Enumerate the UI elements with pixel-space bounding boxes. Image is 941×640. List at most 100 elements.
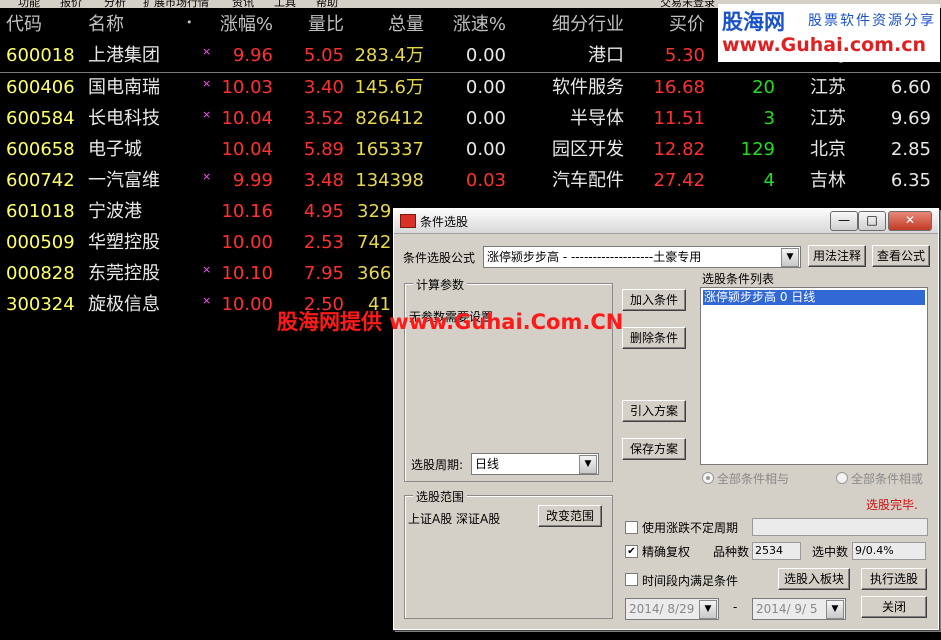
cell-name: 电子城	[88, 139, 142, 160]
cell-ratio: 2.53	[303, 232, 344, 253]
to-board-button[interactable]: 选股入板块	[778, 568, 850, 590]
cell-volume: 134398	[355, 170, 424, 191]
cell-buy: 16.68	[653, 77, 705, 98]
header-ratio[interactable]: 量比	[308, 14, 344, 36]
cell-volume: 145.6万	[354, 77, 424, 98]
table-row[interactable]: 600584 长电科技 × 10.04 3.52 826412 0.00 半导体…	[0, 104, 941, 135]
change-range-button[interactable]: 改变范围	[538, 505, 602, 527]
header-mark[interactable]: •	[186, 12, 193, 34]
cell-mark: ×	[202, 108, 212, 121]
date-from-picker[interactable]: 2014/ 8/29 ▼	[625, 598, 719, 620]
header-volume[interactable]: 总量	[388, 14, 424, 36]
import-plan-button[interactable]: 引入方案	[622, 400, 686, 422]
menu-item-quote[interactable]: 报价	[60, 0, 82, 8]
cell-code: 300324	[6, 294, 75, 315]
cell-region: 吉林	[810, 170, 846, 191]
range-text: 上证A股 深证A股	[408, 512, 501, 526]
cell-pct: 9.99	[232, 170, 273, 191]
dialog-titlebar[interactable]: 条件选股 — □ ✕	[394, 209, 938, 234]
close-button[interactable]: 关闭	[861, 596, 927, 618]
cell-code: 600742	[6, 170, 75, 191]
period-field[interactable]	[752, 518, 928, 536]
radio-or[interactable]	[836, 472, 848, 484]
condition-list[interactable]: 涨停颍步步高 0 日线	[700, 287, 928, 465]
usage-button[interactable]: 用法注释	[808, 245, 866, 267]
cell-last: 6.35	[890, 170, 931, 191]
header-code[interactable]: 代码	[6, 14, 42, 36]
chevron-down-icon[interactable]: ▼	[781, 248, 799, 267]
cell-buy: 11.51	[653, 108, 705, 129]
cell-pct: 10.16	[221, 201, 273, 222]
run-screen-button[interactable]: 执行选股	[861, 568, 927, 590]
chevron-down-icon[interactable]: ▼	[826, 600, 844, 619]
watermark-text: 股海网提供 www.Guhai.Com.CN	[277, 310, 624, 334]
header-pct[interactable]: 涨幅%	[220, 14, 273, 36]
radio-and-label: 全部条件相与	[717, 472, 790, 486]
menu-item-news[interactable]: 资讯	[232, 0, 254, 8]
cell-speed: 0.00	[465, 45, 506, 66]
menu-item-analysis[interactable]: 分析	[104, 0, 126, 8]
period-condition-label: 时间段内满足条件	[642, 574, 739, 588]
cell-last: 9.69	[890, 108, 931, 129]
stock-screener-dialog: 条件选股 — □ ✕ 条件选股公式 涨停颍步步高 - -------------…	[393, 208, 939, 630]
table-row[interactable]: 600406 国电南瑞 × 10.03 3.40 145.6万 0.00 软件服…	[0, 73, 941, 104]
menu-item-ext-market[interactable]: 扩展市场行情	[143, 0, 209, 8]
cell-industry: 半导体	[570, 108, 624, 129]
cell-pct: 10.04	[221, 139, 273, 160]
menu-item-tools[interactable]: 工具	[274, 0, 296, 8]
cell-name: 长电科技	[88, 108, 160, 129]
status-text: 选股完毕.	[866, 498, 918, 512]
count-field: 2534	[752, 542, 801, 560]
header-name[interactable]: 名称	[88, 14, 124, 36]
header-buy[interactable]: 买价	[669, 14, 705, 36]
cell-volume: 742	[357, 232, 392, 253]
chevron-down-icon[interactable]: ▼	[699, 600, 717, 619]
date-to-value: 2014/ 9/ 5	[756, 602, 818, 616]
cell-code: 601018	[6, 201, 75, 222]
period-condition-checkbox[interactable]	[625, 573, 638, 586]
save-plan-button[interactable]: 保存方案	[622, 438, 686, 460]
cell-code: 600584	[6, 108, 75, 129]
date-from-value: 2014/ 8/29	[629, 602, 695, 616]
exact-adjust-label: 精确复权	[642, 545, 691, 559]
period-select[interactable]: 日线 ▼	[471, 453, 599, 475]
cell-ratio: 4.95	[303, 201, 344, 222]
cell-speed: 0.03	[465, 170, 506, 191]
cell-extra: 129	[740, 139, 775, 160]
close-icon[interactable]: ✕	[888, 211, 932, 231]
exact-adjust-checkbox[interactable]: ✔	[625, 545, 638, 558]
formula-value: 涨停颍步步高 - -------------------土豪专用	[487, 250, 702, 264]
menu-item-function[interactable]: 功能	[18, 0, 40, 8]
cell-ratio: 7.95	[303, 263, 344, 284]
dialog-title: 条件选股	[420, 215, 469, 229]
cell-code: 600406	[6, 77, 75, 98]
cell-buy: 27.42	[653, 170, 705, 191]
cell-volume: 165337	[355, 139, 424, 160]
range-group-title: 选股范围	[413, 488, 468, 505]
chevron-down-icon[interactable]: ▼	[579, 455, 597, 474]
condition-list-label: 选股条件列表	[702, 272, 775, 286]
cell-code: 000828	[6, 263, 75, 284]
minimize-icon[interactable]: —	[830, 211, 858, 231]
add-condition-button[interactable]: 加入条件	[622, 289, 686, 311]
header-industry[interactable]: 细分行业	[552, 14, 624, 36]
formula-select[interactable]: 涨停颍步步高 - -------------------土豪专用 ▼	[483, 246, 801, 268]
maximize-icon[interactable]: □	[858, 211, 886, 231]
header-speed[interactable]: 涨速%	[453, 14, 506, 36]
view-formula-button[interactable]: 查看公式	[872, 245, 930, 267]
table-row[interactable]: 600658 电子城 10.04 5.89 165337 0.00 园区开发 1…	[0, 135, 941, 166]
radio-and[interactable]	[702, 472, 714, 484]
cell-pct: 9.96	[232, 45, 273, 66]
cell-region: 江苏	[810, 108, 846, 129]
uncertain-period-checkbox[interactable]	[625, 521, 638, 534]
date-to-picker[interactable]: 2014/ 9/ 5 ▼	[752, 598, 846, 620]
cell-mark: ×	[202, 294, 212, 307]
cell-industry: 港口	[588, 45, 624, 66]
cell-ratio: 5.89	[303, 139, 344, 160]
list-item[interactable]: 涨停颍步步高 0 日线	[703, 290, 925, 305]
menu-item-help[interactable]: 帮助	[316, 0, 338, 8]
uncertain-period-label: 使用涨跌不定周期	[642, 521, 739, 535]
cell-code: 600018	[6, 45, 75, 66]
table-row[interactable]: 600742 一汽富维 × 9.99 3.48 134398 0.03 汽车配件…	[0, 166, 941, 197]
delete-condition-button[interactable]: 删除条件	[622, 327, 686, 349]
